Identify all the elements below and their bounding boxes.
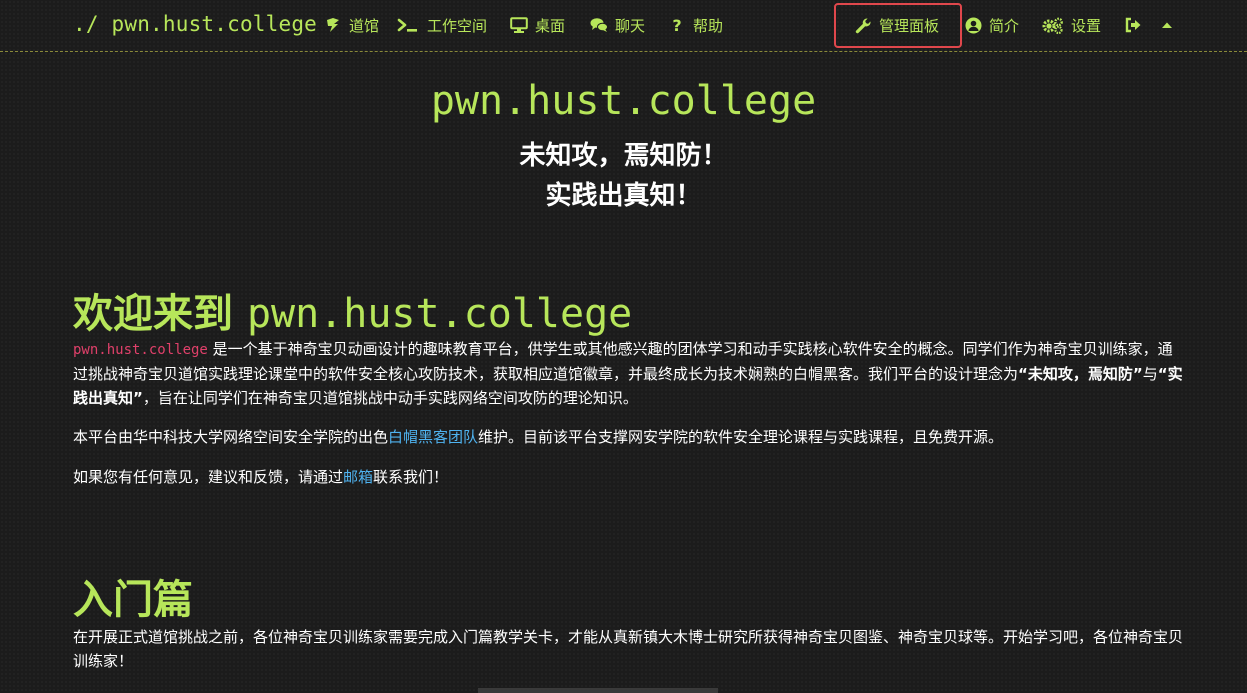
hero-line-1: 未知攻，焉知防！ — [519, 141, 728, 171]
nav-item-chat-label: 聊天 — [615, 16, 646, 35]
nav-item-settings-label: 设置 — [1071, 16, 1102, 35]
p2-text-1: 本平台由华中科技大学网络空间安全学院的出色 — [73, 428, 389, 446]
p1-bold-1: “未知攻，焉知防” — [1018, 365, 1143, 383]
p1-text-2: 与 — [1142, 365, 1158, 383]
scroll-indicator — [478, 688, 718, 693]
wrench-icon — [854, 16, 872, 34]
nav-item-profile-label: 简介 — [989, 16, 1020, 35]
intro-heading: 入门篇 — [73, 577, 193, 623]
user-icon — [964, 16, 982, 34]
nav-item-help[interactable]: ? 帮助 — [668, 14, 723, 36]
welcome-paragraph-2: 本平台由华中科技大学网络空间安全学院的出色白帽黑客团队维护。目前该平台支撑网安学… — [73, 425, 1183, 449]
p3-text-2: 联系我们！ — [373, 468, 449, 486]
help-icon: ? — [672, 15, 682, 35]
dojo-icon — [324, 16, 342, 34]
top-navbar: ./ pwn.hust.college 道馆 工作空间 桌面 聊天 ? 帮助 管… — [0, 0, 1247, 52]
caret-up-icon — [1158, 16, 1176, 34]
cogs-icon — [1042, 16, 1064, 34]
nav-item-help-label: 帮助 — [693, 16, 724, 35]
site-code: pwn.hust.college — [73, 342, 208, 358]
nav-item-chat[interactable]: 聊天 — [590, 14, 645, 36]
desktop-icon — [510, 16, 528, 34]
terminal-icon — [396, 16, 420, 34]
nav-item-settings[interactable]: 设置 — [1042, 14, 1101, 36]
nav-item-admin-label: 管理面板 — [879, 16, 940, 35]
hero-line-2: 实践出真知！ — [545, 181, 702, 211]
welcome-paragraph-1: pwn.hust.college 是一个基于神奇宝贝动画设计的趣味教育平台，供学… — [73, 337, 1183, 410]
hero-title: pwn.hust.college — [430, 78, 817, 124]
team-link[interactable]: 白帽黑客团队 — [388, 428, 478, 446]
nav-item-desktop[interactable]: 桌面 — [510, 14, 565, 36]
p2-text-2: 维护。目前该平台支撑网安学院的软件安全理论课程与实践课程，且免费开源。 — [478, 428, 1004, 446]
p1-text-3: ，旨在让同学们在神奇宝贝道馆挑战中动手实践网络空间攻防的理论知识。 — [142, 389, 638, 407]
navbar-toggle[interactable] — [1158, 14, 1176, 36]
intro-paragraph-1: 在开展正式道馆挑战之前，各位神奇宝贝训练家需要完成入门篇教学关卡，才能从真新镇大… — [73, 628, 1184, 670]
chat-icon — [590, 16, 608, 34]
welcome-heading-prefix: 欢迎来到 — [73, 291, 247, 337]
logout-icon — [1124, 16, 1142, 34]
welcome-heading-site: pwn.hust.college — [246, 291, 633, 337]
welcome-paragraph-3: 如果您有任何意见，建议和反馈，请通过邮箱联系我们！ — [73, 465, 1183, 489]
logout-button[interactable] — [1124, 14, 1142, 36]
welcome-heading: 欢迎来到 pwn.hust.college — [73, 281, 632, 339]
nav-item-workspace[interactable]: 工作空间 — [396, 14, 487, 36]
nav-item-dojo-label: 道馆 — [349, 16, 380, 35]
p1-text-1: 是一个基于神奇宝贝动画设计的趣味教育平台，供学生或其他感兴趣的团体学习和动手实践… — [73, 340, 1173, 383]
nav-item-workspace-label: 工作空间 — [427, 16, 488, 35]
nav-item-desktop-label: 桌面 — [535, 16, 566, 35]
email-link[interactable]: 邮箱 — [343, 468, 373, 486]
brand-link[interactable]: ./ pwn.hust.college — [73, 12, 317, 36]
nav-item-profile[interactable]: 简介 — [964, 14, 1019, 36]
nav-item-dojo[interactable]: 道馆 — [324, 14, 379, 36]
p3-text-1: 如果您有任何意见，建议和反馈，请通过 — [73, 468, 344, 486]
nav-item-admin[interactable]: 管理面板 — [854, 14, 939, 36]
